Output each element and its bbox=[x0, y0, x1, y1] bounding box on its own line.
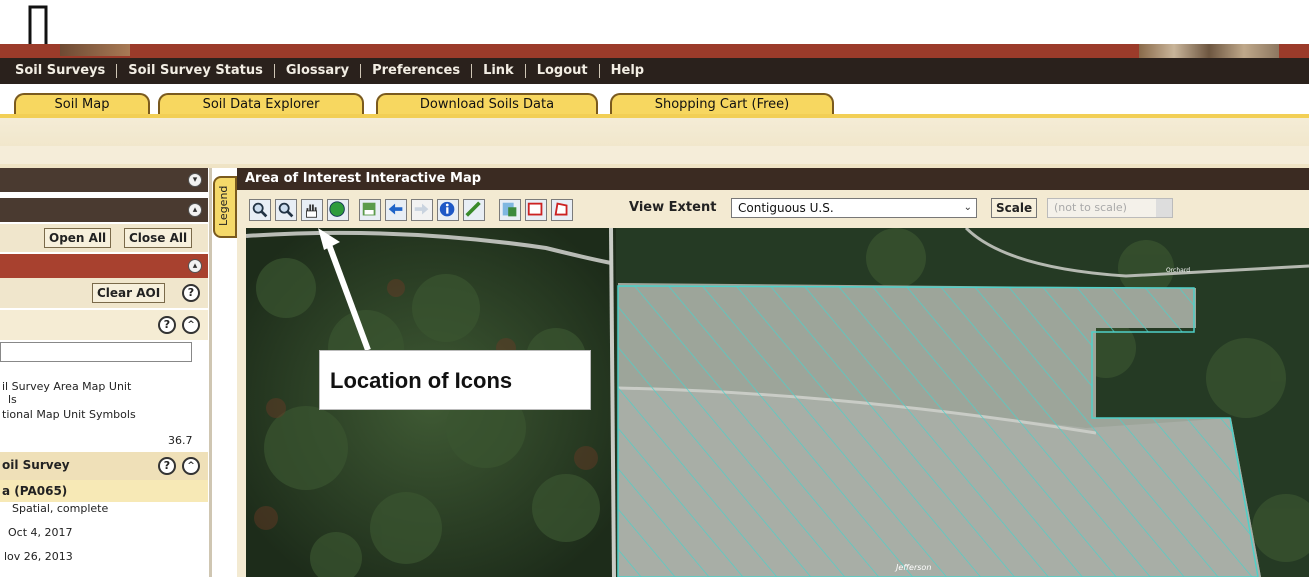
globe-icon[interactable] bbox=[327, 199, 349, 221]
menu-soil-surveys[interactable]: Soil Surveys bbox=[4, 64, 118, 78]
survey-area-code: a (PA065) bbox=[2, 484, 68, 498]
identify-icon[interactable] bbox=[499, 199, 521, 221]
chevron-down-icon: ⌄ bbox=[963, 202, 972, 213]
legend-label: Legend bbox=[217, 185, 230, 226]
annotation-callout: Location of Icons bbox=[319, 350, 591, 410]
scale-value: (not to scale) bbox=[1054, 201, 1127, 214]
map-unit-option[interactable]: il Survey Area Map Unit bbox=[2, 380, 131, 393]
map-toolbar: View Extent Contiguous U.S. ⌄ Scale (not… bbox=[237, 190, 1309, 226]
map-unit-option-cont: ls bbox=[8, 393, 17, 406]
collapse-icon[interactable]: ^ bbox=[182, 457, 200, 475]
left-panel: ▾ ▴ Open All Close All ▴ Clear AOI ? ? ^… bbox=[0, 168, 212, 577]
map-title: Area of Interest Interactive Map bbox=[237, 168, 1309, 190]
measure-icon[interactable] bbox=[463, 199, 485, 221]
collapse-icon[interactable]: ^ bbox=[182, 316, 200, 334]
menu-help[interactable]: Help bbox=[600, 64, 655, 78]
view-extent-select[interactable]: Contiguous U.S. ⌄ bbox=[731, 198, 977, 218]
survey-date-1: Oct 4, 2017 bbox=[8, 526, 73, 539]
road-label-jefferson: Jefferson bbox=[894, 563, 931, 572]
top-menu: Soil Surveys Soil Survey Status Glossary… bbox=[0, 58, 1309, 84]
area-value: 36.7 bbox=[168, 434, 193, 447]
aoi-polygon-icon[interactable] bbox=[551, 199, 573, 221]
clear-aoi-button[interactable]: Clear AOI bbox=[92, 283, 166, 303]
site-banner bbox=[0, 44, 1309, 58]
menu-logout[interactable]: Logout bbox=[526, 64, 600, 78]
pan-hand-icon[interactable] bbox=[301, 199, 323, 221]
expand-icon[interactable]: ▴ bbox=[188, 259, 202, 273]
annotation-up-arrow bbox=[318, 228, 371, 352]
scale-button[interactable]: Scale bbox=[991, 198, 1038, 218]
survey-date-2: lov 26, 2013 bbox=[4, 550, 73, 563]
view-extent-label: View Extent bbox=[629, 200, 717, 215]
open-all-button[interactable]: Open All bbox=[44, 228, 112, 248]
menu-soil-survey-status[interactable]: Soil Survey Status bbox=[117, 64, 275, 78]
forward-arrow-icon[interactable] bbox=[411, 199, 433, 221]
soil-survey-header: oil Survey bbox=[2, 458, 70, 472]
national-symbols-option[interactable]: tional Map Unit Symbols bbox=[2, 408, 136, 421]
aoi-icon[interactable] bbox=[359, 199, 381, 221]
close-all-button[interactable]: Close All bbox=[124, 228, 193, 248]
help-icon[interactable]: ? bbox=[158, 457, 176, 475]
menu-preferences[interactable]: Preferences bbox=[361, 64, 473, 78]
panel-header-1: ▾ bbox=[0, 168, 208, 192]
panel-header-aoi: ▴ bbox=[0, 254, 208, 278]
menu-glossary[interactable]: Glossary bbox=[275, 64, 362, 78]
search-input[interactable] bbox=[0, 342, 192, 362]
zoom-in-icon[interactable] bbox=[249, 199, 271, 221]
expand-icon[interactable]: ▴ bbox=[188, 203, 202, 217]
help-icon[interactable]: ? bbox=[158, 316, 176, 334]
road-label-top: Orchard bbox=[1166, 267, 1190, 274]
menu-link[interactable]: Link bbox=[472, 64, 526, 78]
back-arrow-icon[interactable] bbox=[385, 199, 407, 221]
scale-select[interactable]: (not to scale) bbox=[1047, 198, 1173, 218]
aoi-rectangle-icon[interactable] bbox=[525, 199, 547, 221]
chevron-down-icon bbox=[1156, 199, 1172, 217]
zoom-out-icon[interactable] bbox=[275, 199, 297, 221]
collapse-icon[interactable]: ▾ bbox=[188, 173, 202, 187]
survey-status: Spatial, complete bbox=[12, 502, 109, 515]
view-extent-value: Contiguous U.S. bbox=[738, 201, 834, 215]
info-icon[interactable] bbox=[437, 199, 459, 221]
legend-tab[interactable]: Legend bbox=[213, 176, 237, 238]
tab-bar: Soil Map Soil Data Explorer Download Soi… bbox=[0, 84, 1309, 117]
panel-header-2: ▴ bbox=[0, 198, 208, 222]
help-icon[interactable]: ? bbox=[182, 284, 200, 302]
